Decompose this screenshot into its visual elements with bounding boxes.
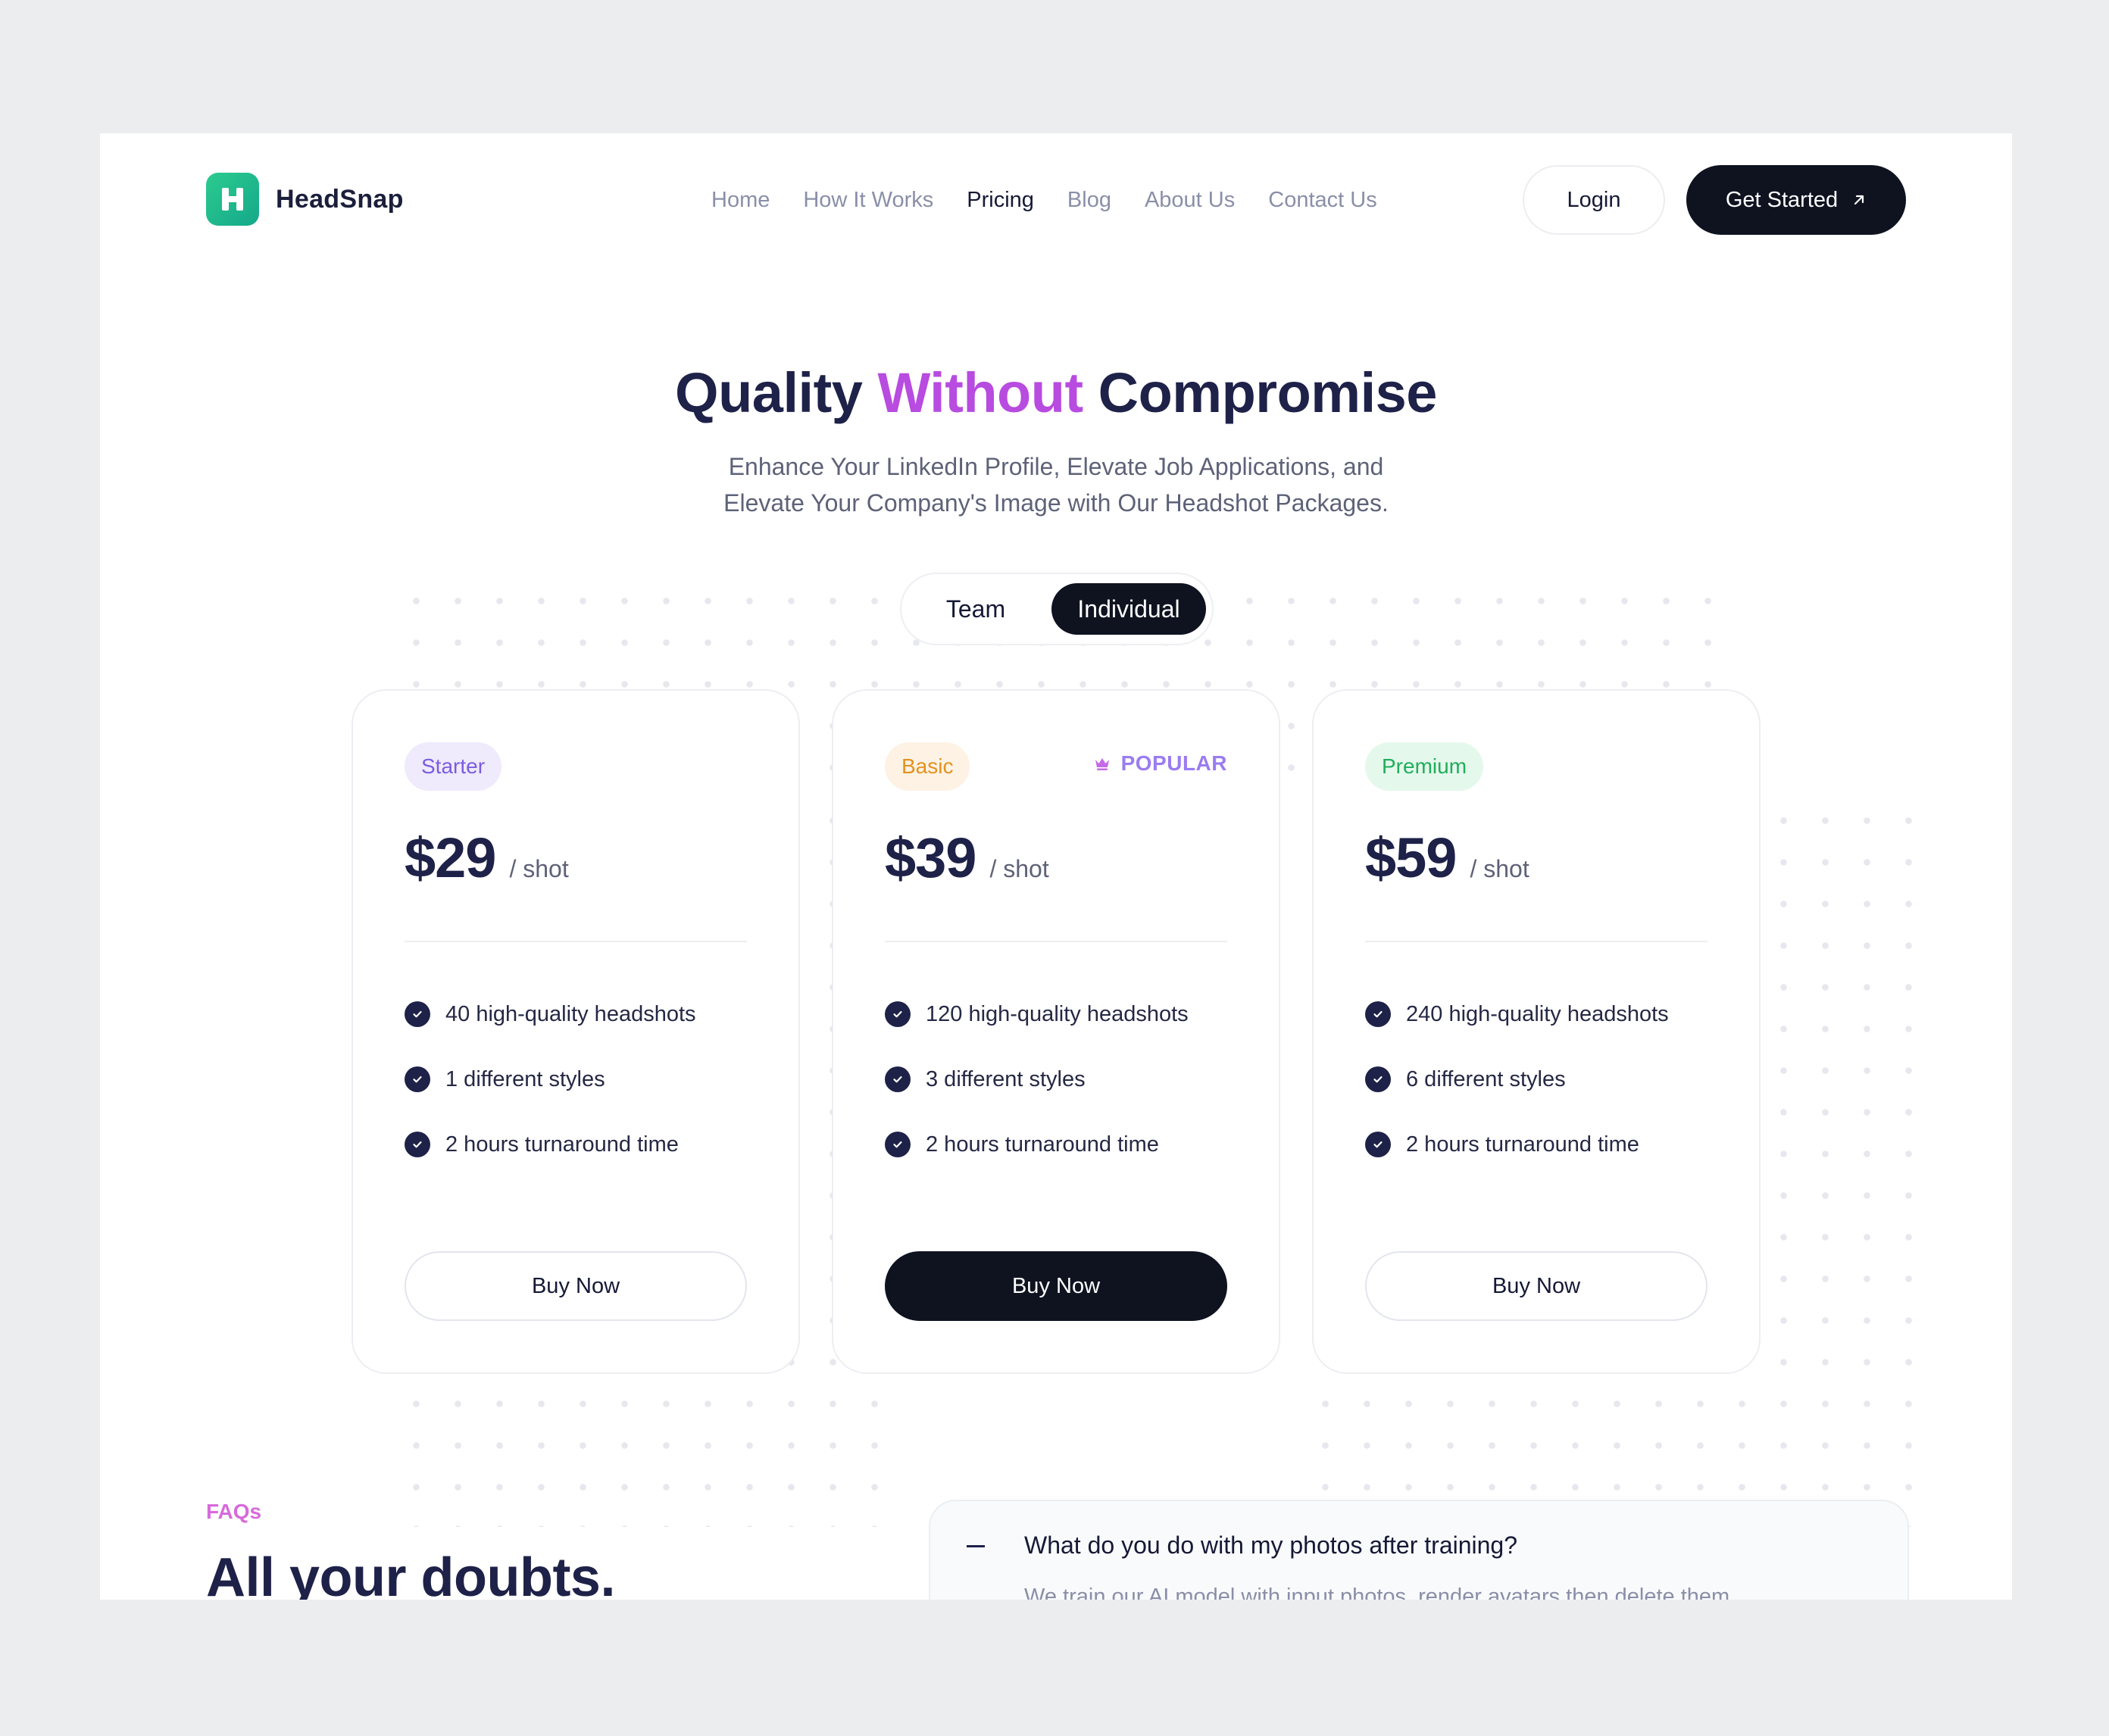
hero-subtitle: Enhance Your LinkedIn Profile, Elevate J… — [100, 448, 2012, 521]
hero-title: Quality Without Compromise — [100, 361, 2012, 425]
feature-item: 2 hours turnaround time — [885, 1112, 1189, 1177]
get-started-label: Get Started — [1725, 187, 1839, 212]
plan-price: $39 / shot — [885, 826, 1049, 890]
plan-price: $59 / shot — [1365, 826, 1529, 890]
card-divider — [405, 941, 747, 942]
feature-item: 120 high-quality headshots — [885, 982, 1189, 1047]
nav-about-us[interactable]: About Us — [1145, 188, 1235, 213]
plan-badge: Starter — [405, 742, 502, 791]
feature-list: 240 high-quality headshots 6 different s… — [1365, 982, 1669, 1177]
feature-text: 40 high-quality headshots — [445, 1001, 696, 1026]
buy-now-button[interactable]: Buy Now — [405, 1251, 747, 1321]
feature-item: 3 different styles — [885, 1047, 1189, 1112]
plan-badge: Basic — [885, 742, 970, 791]
feature-item: 240 high-quality headshots — [1365, 982, 1669, 1047]
hero-subtitle-line1: Enhance Your LinkedIn Profile, Elevate J… — [728, 453, 1384, 480]
price-amount: $59 — [1365, 826, 1457, 889]
feature-text: 2 hours turnaround time — [1406, 1132, 1639, 1157]
check-circle-icon — [885, 1001, 911, 1027]
feature-list: 40 high-quality headshots 1 different st… — [405, 982, 696, 1177]
hero-title-part2: Compromise — [1098, 361, 1438, 424]
price-amount: $29 — [405, 826, 496, 889]
price-amount: $39 — [885, 826, 976, 889]
feature-text: 2 hours turnaround time — [445, 1132, 679, 1157]
nav-how-it-works[interactable]: How It Works — [803, 188, 933, 213]
check-circle-icon — [885, 1132, 911, 1157]
popular-label: POPULAR — [1120, 751, 1227, 775]
price-unit: / shot — [509, 855, 569, 882]
toggle-team[interactable]: Team — [915, 583, 1036, 635]
feature-item: 6 different styles — [1365, 1047, 1669, 1112]
plan-price: $29 / shot — [405, 826, 569, 890]
check-circle-icon — [1365, 1132, 1391, 1157]
pricing-card-premium: Premium $59 / shot 240 high-quality head… — [1312, 689, 1761, 1374]
nav-home[interactable]: Home — [711, 188, 770, 213]
popular-badge: POPULAR — [1094, 751, 1227, 776]
arrow-up-right-icon — [1851, 192, 1867, 208]
feature-text: 120 high-quality headshots — [926, 1001, 1189, 1026]
plan-type-toggle: Team Individual — [900, 573, 1214, 645]
feature-item: 2 hours turnaround time — [1365, 1112, 1669, 1177]
feature-text: 2 hours turnaround time — [926, 1132, 1159, 1157]
pricing-page: HeadSnap Home How It Works Pricing Blog … — [100, 133, 2012, 1600]
faq-item[interactable]: What do you do with my photos after trai… — [929, 1500, 1909, 1600]
hero-title-accent: Without — [877, 361, 1083, 424]
buy-now-button[interactable]: Buy Now — [885, 1251, 1227, 1321]
get-started-button[interactable]: Get Started — [1686, 165, 1906, 235]
feature-text: 240 high-quality headshots — [1406, 1001, 1669, 1026]
brand-logo[interactable]: HeadSnap — [206, 173, 404, 226]
nav-blog[interactable]: Blog — [1067, 188, 1111, 213]
check-circle-icon — [405, 1066, 430, 1092]
faq-answer: We train our AI model with input photos,… — [1024, 1585, 1730, 1600]
check-circle-icon — [1365, 1066, 1391, 1092]
price-unit: / shot — [1470, 855, 1529, 882]
hero-title-part1: Quality — [675, 361, 863, 424]
nav-contact-us[interactable]: Contact Us — [1268, 188, 1376, 213]
pricing-card-starter: Starter $29 / shot 40 high-quality heads… — [352, 689, 800, 1374]
faq-question[interactable]: What do you do with my photos after trai… — [1024, 1531, 1517, 1560]
brand-name: HeadSnap — [276, 184, 404, 214]
minus-icon[interactable] — [967, 1545, 985, 1547]
feature-text: 3 different styles — [926, 1066, 1086, 1091]
main-nav: Home How It Works Pricing Blog About Us … — [711, 185, 1377, 215]
faq-label: FAQs — [206, 1500, 262, 1523]
feature-item: 1 different styles — [405, 1047, 696, 1112]
logo-h-icon — [206, 173, 259, 226]
faq-title: All your doubts. — [206, 1547, 615, 1600]
check-circle-icon — [405, 1132, 430, 1157]
check-circle-icon — [885, 1066, 911, 1092]
pricing-card-basic: Basic POPULAR $39 / shot 120 high-qualit… — [832, 689, 1280, 1374]
check-circle-icon — [1365, 1001, 1391, 1027]
check-circle-icon — [405, 1001, 430, 1027]
feature-item: 40 high-quality headshots — [405, 982, 696, 1047]
feature-item: 2 hours turnaround time — [405, 1112, 696, 1177]
hero-subtitle-line2: Elevate Your Company's Image with Our He… — [723, 489, 1389, 517]
nav-pricing[interactable]: Pricing — [967, 188, 1034, 213]
toggle-individual[interactable]: Individual — [1051, 583, 1206, 635]
login-button[interactable]: Login — [1523, 165, 1665, 235]
plan-badge: Premium — [1365, 742, 1484, 791]
buy-now-button[interactable]: Buy Now — [1365, 1251, 1708, 1321]
feature-text: 1 different styles — [445, 1066, 605, 1091]
crown-icon — [1094, 756, 1111, 771]
card-divider — [885, 941, 1227, 942]
feature-list: 120 high-quality headshots 3 different s… — [885, 982, 1189, 1177]
feature-text: 6 different styles — [1406, 1066, 1566, 1091]
price-unit: / shot — [989, 855, 1049, 882]
card-divider — [1365, 941, 1708, 942]
